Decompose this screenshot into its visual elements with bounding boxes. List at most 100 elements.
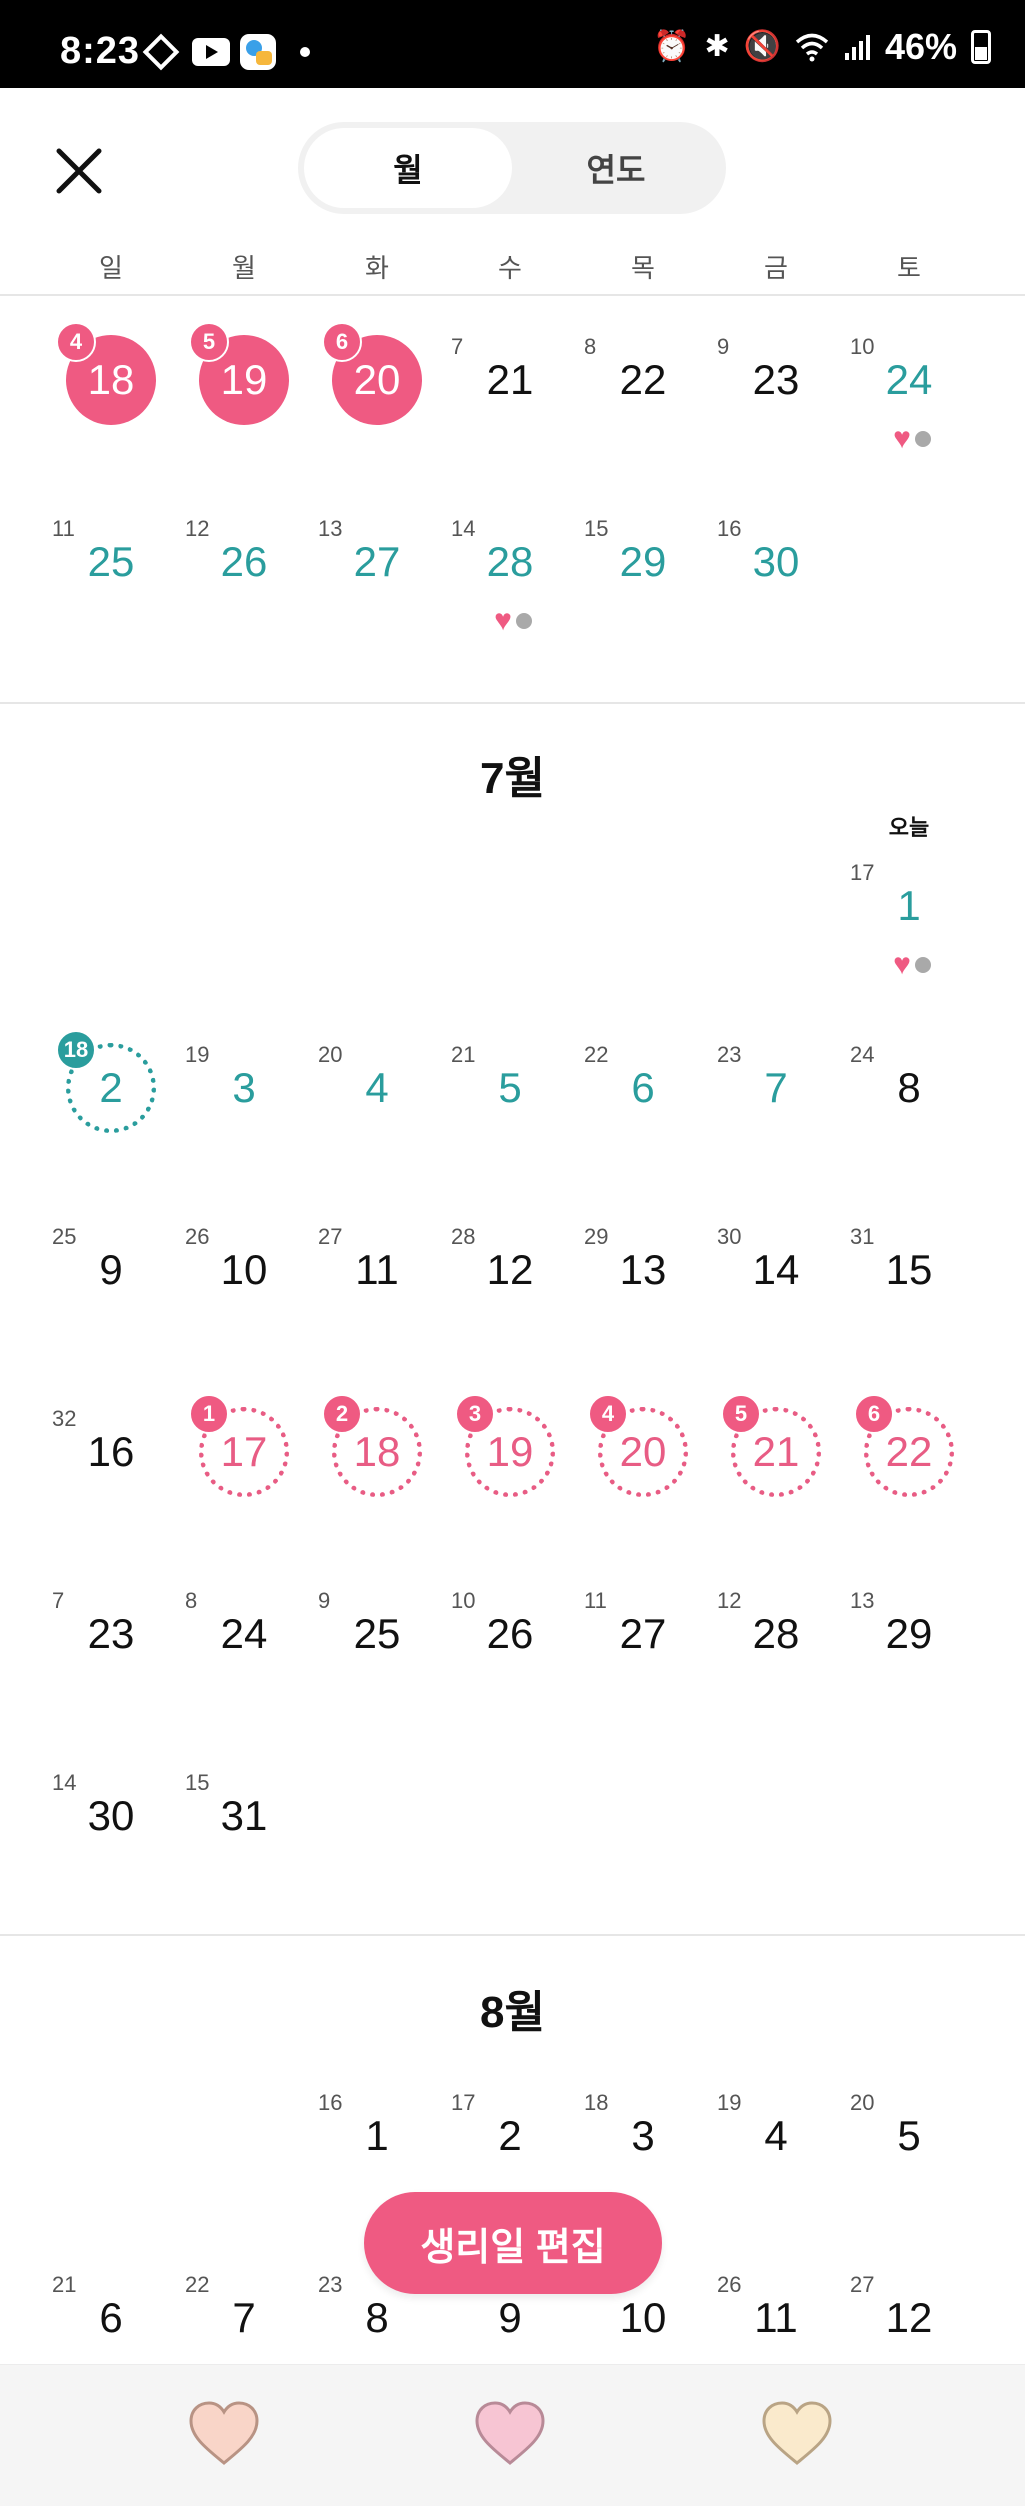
day-number: 24 bbox=[220, 1610, 268, 1657]
calendar-day[interactable]: 2 18 bbox=[312, 1394, 442, 1532]
calendar-day[interactable]: 8 24 bbox=[179, 1588, 309, 1714]
day-number: 11 bbox=[754, 2294, 798, 2341]
day-number: 23 bbox=[87, 1610, 135, 1657]
day-number: 25 bbox=[87, 538, 135, 585]
calendar-day[interactable]: 7 23 bbox=[46, 1588, 176, 1714]
youtube-icon bbox=[192, 38, 230, 66]
day-number: 20 bbox=[619, 1428, 667, 1475]
day-number: 8 bbox=[897, 1064, 921, 1111]
status-bar: 8:23 ⏰ ✱ 🔇 46% bbox=[0, 0, 1025, 88]
calendar-day[interactable]: 15 29 bbox=[578, 516, 708, 642]
calendar-day[interactable]: 20 5 bbox=[844, 2090, 974, 2216]
weekday-sat: 토 bbox=[897, 253, 921, 283]
calendar-day[interactable]: 12 28 bbox=[711, 1588, 841, 1714]
close-button[interactable] bbox=[46, 138, 112, 204]
day-number: 27 bbox=[619, 1610, 667, 1657]
day-number: 1 bbox=[897, 882, 921, 929]
calendar-day[interactable]: 8 22 bbox=[578, 334, 708, 460]
calendar-day[interactable]: 14 30 bbox=[46, 1770, 176, 1896]
calendar-day[interactable]: 10 24 ♥ bbox=[844, 334, 974, 460]
day-number: 29 bbox=[619, 538, 667, 585]
day-number: 6 bbox=[631, 1064, 655, 1111]
calendar-day[interactable]: 4 18 bbox=[46, 322, 176, 460]
day-number: 25 bbox=[353, 1610, 401, 1657]
calendar-day[interactable]: 26 10 bbox=[179, 1224, 309, 1350]
day-number: 7 bbox=[232, 2294, 256, 2341]
calendar-day[interactable]: 9 25 bbox=[312, 1588, 442, 1714]
view-toggle: 월 연도 bbox=[298, 122, 726, 214]
day-number: 28 bbox=[486, 538, 534, 585]
calendar-day[interactable]: 5 19 bbox=[179, 322, 309, 460]
calendar-day[interactable]: 27 11 bbox=[312, 1224, 442, 1350]
calendar-day[interactable]: 16 30 bbox=[711, 516, 841, 642]
calendar-day[interactable]: 20 4 bbox=[312, 1042, 442, 1168]
heart-icon[interactable] bbox=[473, 2399, 547, 2469]
calendar-day[interactable]: 29 13 bbox=[578, 1224, 708, 1350]
calendar-day[interactable]: 7 21 bbox=[445, 334, 575, 460]
alarm-icon: ⏰ bbox=[653, 30, 691, 63]
calendar-day[interactable]: 19 4 bbox=[711, 2090, 841, 2216]
status-time: 8:23 bbox=[60, 30, 141, 72]
calendar-day[interactable]: 9 23 bbox=[711, 334, 841, 460]
day-number: 5 bbox=[498, 1064, 522, 1111]
calendar-day[interactable]: 32 16 bbox=[46, 1406, 176, 1532]
day-number: 8 bbox=[365, 2294, 389, 2341]
tab-year[interactable]: 연도 bbox=[512, 128, 720, 208]
calendar-day[interactable]: 17 1 ♥ bbox=[844, 860, 974, 986]
status-left-icons bbox=[142, 33, 310, 71]
day-number: 12 bbox=[486, 1246, 534, 1293]
calendar-day[interactable]: 1 17 bbox=[179, 1394, 309, 1532]
calendar-day[interactable]: 28 12 bbox=[445, 1224, 575, 1350]
heart-icon: ♥ bbox=[494, 604, 512, 637]
day-number: 5 bbox=[897, 2112, 921, 2159]
calendar-day[interactable]: 23 7 bbox=[711, 1042, 841, 1168]
day-number: 3 bbox=[631, 2112, 655, 2159]
day-number: 11 bbox=[355, 1246, 399, 1293]
calendar-day[interactable]: 25 9 bbox=[46, 1224, 176, 1350]
calendar-day[interactable]: 13 29 bbox=[844, 1588, 974, 1714]
heart-icon[interactable] bbox=[187, 2399, 261, 2469]
heart-icon: ♥ bbox=[893, 422, 911, 455]
battery-icon bbox=[971, 30, 991, 64]
calendar-day[interactable]: 5 21 bbox=[711, 1394, 841, 1532]
calendar-day[interactable]: 24 8 bbox=[844, 1042, 974, 1168]
bluetooth-icon: ✱ bbox=[704, 30, 730, 63]
day-number: 18 bbox=[353, 1428, 401, 1475]
calendar-day[interactable]: 12 26 bbox=[179, 516, 309, 642]
day-number: 4 bbox=[365, 1064, 389, 1111]
heart-icon[interactable] bbox=[760, 2399, 834, 2469]
header-divider bbox=[0, 294, 1025, 296]
day-number: 26 bbox=[486, 1610, 534, 1657]
calendar-day[interactable]: 14 28 ♥ bbox=[445, 516, 575, 642]
day-number: 19 bbox=[486, 1428, 534, 1475]
month-title-august: 8월 bbox=[480, 1988, 545, 2037]
calendar-day[interactable]: 10 26 bbox=[445, 1588, 575, 1714]
calendar-day[interactable]: 18 2 bbox=[46, 1030, 176, 1168]
weekday-mon: 월 bbox=[232, 253, 256, 283]
calendar-day[interactable]: 4 20 bbox=[578, 1394, 708, 1532]
day-number: 19 bbox=[220, 356, 268, 403]
calendar-day[interactable]: 6 20 bbox=[312, 322, 442, 460]
heart-shape bbox=[762, 2401, 832, 2465]
weekday-tue: 화 bbox=[365, 253, 389, 283]
tab-month[interactable]: 월 bbox=[304, 128, 512, 208]
calendar-day[interactable]: 13 27 bbox=[312, 516, 442, 642]
calendar-day[interactable]: 31 15 bbox=[844, 1224, 974, 1350]
day-number: 28 bbox=[752, 1610, 800, 1657]
calendar-day[interactable]: 3 19 bbox=[445, 1394, 575, 1532]
june-divider bbox=[0, 702, 1025, 704]
calendar-day[interactable]: 22 6 bbox=[578, 1042, 708, 1168]
calendar-day[interactable]: 11 25 bbox=[46, 516, 176, 642]
calendar-day[interactable]: 30 14 bbox=[711, 1224, 841, 1350]
calendar-day[interactable]: 15 31 bbox=[179, 1770, 309, 1896]
calendar-day[interactable]: 6 22 bbox=[844, 1394, 974, 1532]
day-number: 29 bbox=[885, 1610, 933, 1657]
day-number: 24 bbox=[885, 356, 933, 403]
calendar-day[interactable]: 19 3 bbox=[179, 1042, 309, 1168]
edit-period-button[interactable]: 생리일 편집 bbox=[364, 2192, 662, 2294]
close-icon bbox=[56, 148, 102, 194]
day-number: 30 bbox=[87, 1792, 135, 1839]
calendar-day[interactable]: 21 5 bbox=[445, 1042, 575, 1168]
day-number: 1 bbox=[365, 2112, 389, 2159]
calendar-day[interactable]: 11 27 bbox=[578, 1588, 708, 1714]
